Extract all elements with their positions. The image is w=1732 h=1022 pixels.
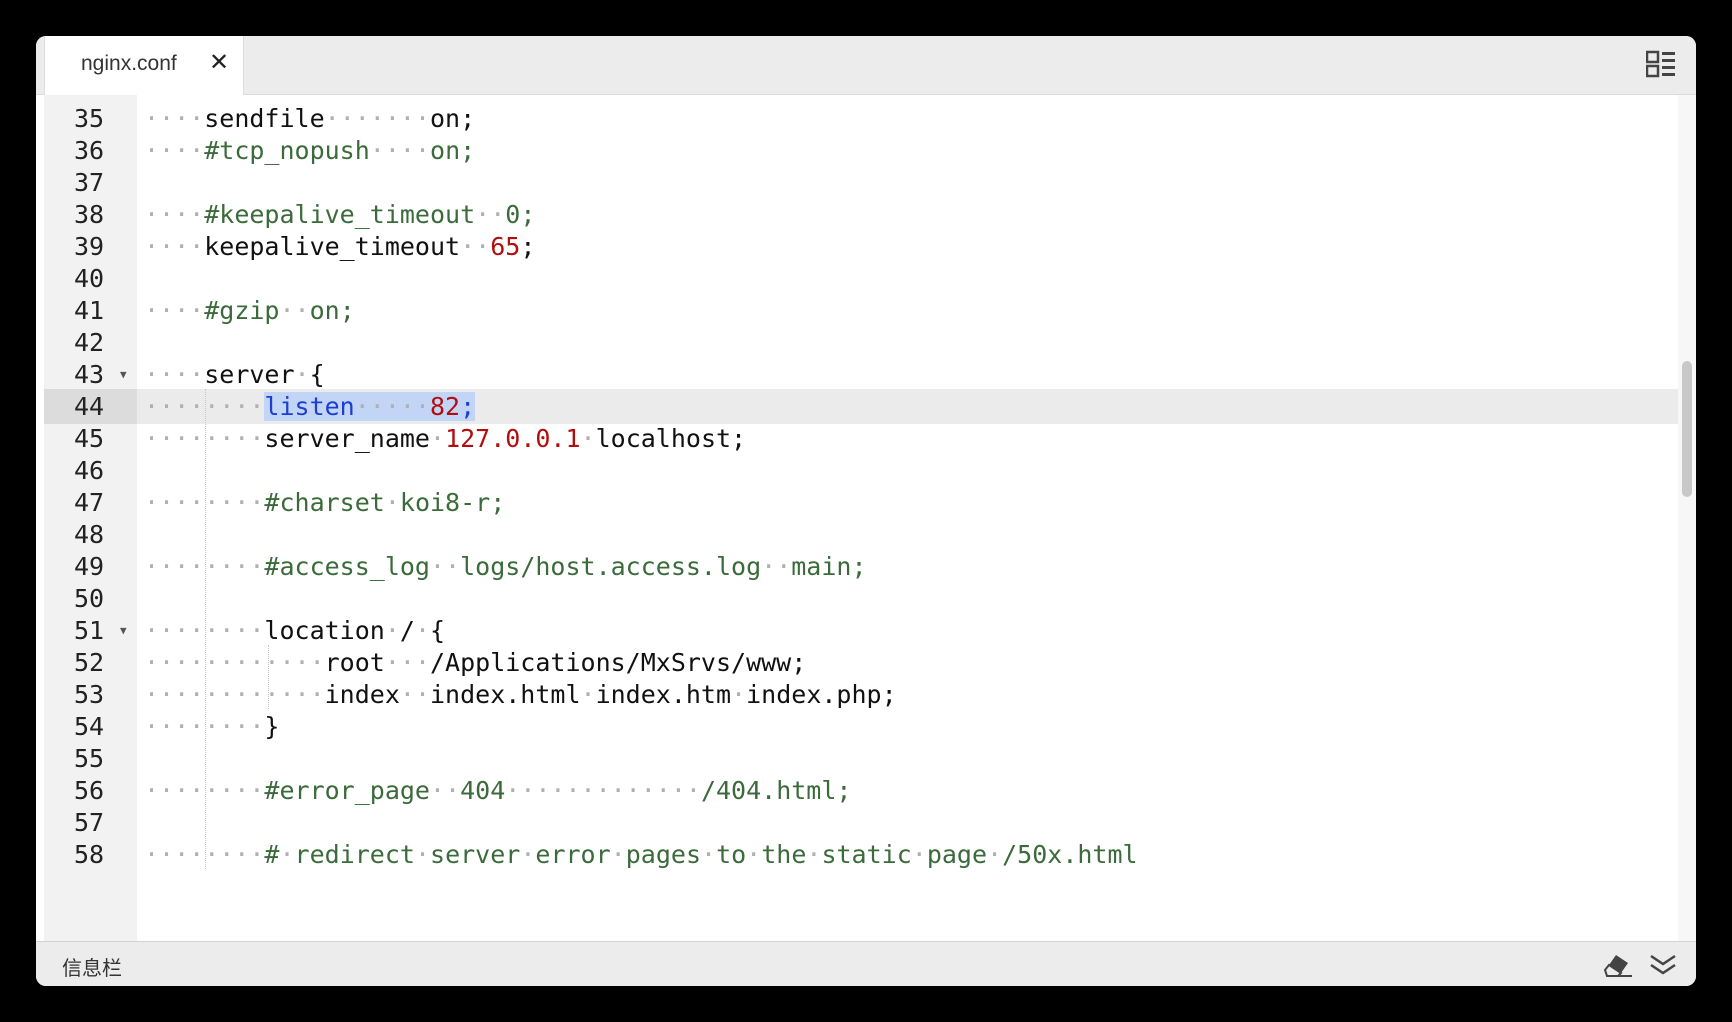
code-line[interactable]: 49 ········#access_log··logs/host.access.…	[44, 549, 1696, 584]
code-line[interactable]: 36 ····#tcp_nopush····on;	[44, 133, 1696, 168]
code-line[interactable]: 38 ····#keepalive_timeout··0;	[44, 197, 1696, 232]
line-number: 55	[74, 744, 105, 773]
line-number: 49	[74, 552, 105, 581]
code-text: ········}	[144, 712, 280, 741]
code-editor[interactable]: 35 ····sendfile·······on; 36 ····#tcp_nopus…	[44, 95, 1696, 941]
line-number: 51 ▼	[44, 613, 137, 648]
close-icon[interactable]: ✕	[209, 48, 229, 76]
code-line[interactable]: 48	[44, 517, 1696, 552]
line-number: 46	[74, 456, 105, 485]
line-number: 52	[74, 648, 105, 677]
code-text: ············index··index.html·index.htm·…	[144, 680, 897, 709]
line-number: 38	[74, 200, 105, 229]
code-line[interactable]: 40	[44, 261, 1696, 296]
code-line[interactable]: 44 ········listen·····82;	[44, 389, 1696, 424]
fold-arrow-icon[interactable]: ▼	[120, 613, 127, 648]
code-line[interactable]: 51 ▼ ········location·/·{	[44, 613, 1696, 648]
code-text: ············root···/Applications/MxSrvs/…	[144, 648, 807, 677]
code-text: ········location·/·{	[144, 616, 446, 645]
code-line[interactable]: 50	[44, 581, 1696, 616]
line-number: 50	[74, 584, 105, 613]
line-number: 56	[74, 776, 105, 805]
code-text: ········#error_page··404·············/40…	[144, 776, 852, 805]
code-text: ····#keepalive_timeout··0;	[144, 200, 536, 229]
fold-arrow-icon[interactable]: ▼	[120, 357, 127, 392]
code-line[interactable]: 43 ▼ ····server·{	[44, 357, 1696, 392]
eraser-icon[interactable]	[1603, 952, 1634, 978]
code-line[interactable]: 45 ········server_name·127.0.0.1·localhos…	[44, 421, 1696, 456]
indent-guide	[268, 645, 269, 709]
line-number: 53	[74, 680, 105, 709]
code-line[interactable]: 58 ········#·redirect·server·error·pages·…	[44, 837, 1696, 872]
vertical-scrollbar[interactable]	[1678, 95, 1696, 941]
code-line[interactable]: 35 ····sendfile·······on;	[44, 101, 1696, 136]
line-number: 45	[74, 424, 105, 453]
code-text: ····server·{	[144, 360, 325, 389]
code-text: ····#gzip··on;	[144, 296, 355, 325]
code-text: ········#·redirect·server·error·pages·to…	[144, 840, 1138, 869]
code-line[interactable]: 46	[44, 453, 1696, 488]
double-chevron-down-icon[interactable]	[1648, 952, 1678, 978]
code-line[interactable]: 57	[44, 805, 1696, 840]
line-number: 37	[74, 168, 105, 197]
line-number: 44	[44, 389, 137, 424]
tab-title: nginx.conf	[81, 52, 177, 75]
line-number: 43 ▼	[44, 357, 137, 392]
line-number: 48	[74, 520, 105, 549]
scrollbar-thumb[interactable]	[1682, 361, 1692, 497]
line-number: 58	[74, 840, 105, 869]
code-text: ········#charset·koi8-r;	[144, 488, 506, 517]
code-text: ········server_name·127.0.0.1·localhost;	[144, 424, 747, 453]
code-line[interactable]: 37	[44, 165, 1696, 200]
code-line[interactable]: 42	[44, 325, 1696, 360]
line-number: 42	[74, 328, 105, 357]
line-number: 40	[74, 264, 105, 293]
code-line[interactable]: 56 ········#error_page··404·············/…	[44, 773, 1696, 808]
line-number: 41	[74, 296, 105, 325]
line-number: 57	[74, 808, 105, 837]
tab-bar: nginx.conf ✕	[36, 36, 1696, 95]
line-number: 39	[74, 232, 105, 261]
editor-window: nginx.conf ✕ 35 ····sendfile·······on; 36 ·…	[36, 36, 1696, 986]
code-line[interactable]: 52 ············root···/Applications/MxSrv…	[44, 645, 1696, 680]
code-text: ········#access_log··logs/host.access.lo…	[144, 552, 867, 581]
code-line[interactable]: 53 ············index··index.html·index.ht…	[44, 677, 1696, 712]
status-bar-label: 信息栏	[62, 956, 122, 980]
line-number: 35	[74, 104, 105, 133]
code-line[interactable]: 39 ····keepalive_timeout··65;	[44, 229, 1696, 264]
code-line[interactable]: 54 ········}	[44, 709, 1696, 744]
line-number: 36	[74, 136, 105, 165]
code-text: ····#tcp_nopush····on;	[144, 136, 476, 165]
code-text: ····sendfile·······on;	[144, 104, 476, 133]
code-text: ········listen·····82;	[144, 392, 476, 421]
tab-nginx-conf[interactable]: nginx.conf ✕	[44, 36, 244, 95]
code-line[interactable]: 41 ····#gzip··on;	[44, 293, 1696, 328]
indent-guide	[205, 389, 206, 869]
line-number: 54	[74, 712, 105, 741]
code-line[interactable]: 47 ········#charset·koi8-r;	[44, 485, 1696, 520]
line-number: 47	[74, 488, 105, 517]
layout-grid-icon[interactable]	[1645, 50, 1676, 78]
code-line[interactable]: 55	[44, 741, 1696, 776]
status-bar: 信息栏	[36, 941, 1696, 986]
code-text: ····keepalive_timeout··65;	[144, 232, 536, 261]
